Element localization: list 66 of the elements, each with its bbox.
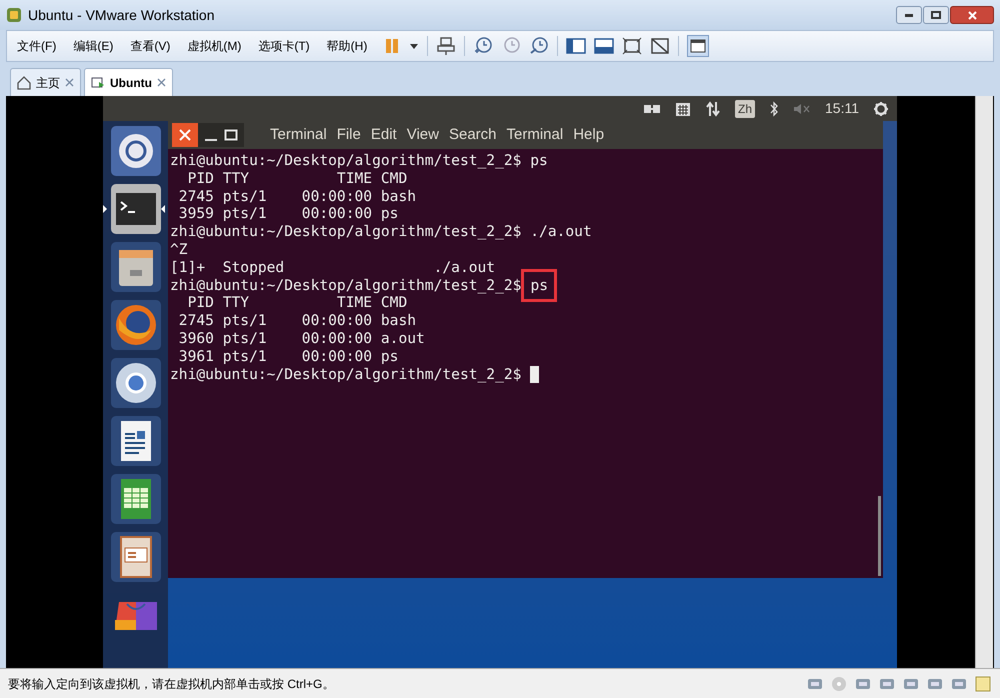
transfer-icon[interactable] bbox=[704, 100, 721, 116]
menu-item[interactable]: Search bbox=[448, 124, 496, 146]
maximize-icon[interactable] bbox=[224, 128, 238, 142]
minimize-button[interactable] bbox=[896, 6, 922, 24]
close-button[interactable] bbox=[950, 6, 994, 24]
output-text: [1]+ Stopped ./a.out bbox=[170, 258, 496, 277]
close-icon bbox=[179, 129, 191, 141]
prompt-text: zhi@ubuntu:~/Desktop/algorithm/test_2_2$ bbox=[170, 276, 522, 294]
clock[interactable]: 15:11 bbox=[825, 98, 859, 119]
tab[interactable]: 主页 bbox=[10, 68, 81, 96]
fullscreen-icon[interactable] bbox=[622, 37, 642, 55]
menu-item[interactable]: Edit bbox=[370, 124, 397, 146]
scrollbar[interactable] bbox=[975, 96, 993, 668]
output-text: 3960 pts/1 00:00:00 a.out bbox=[178, 330, 425, 348]
output-text: PID TTY TIME CMD bbox=[186, 170, 408, 188]
menu-item[interactable]: Terminal bbox=[270, 124, 327, 146]
menu-item[interactable]: Help bbox=[573, 124, 604, 146]
calendar-icon[interactable] bbox=[674, 100, 691, 116]
menu-item[interactable]: 帮助(H) bbox=[326, 37, 368, 55]
document-icon bbox=[110, 416, 160, 466]
vm-icon bbox=[91, 76, 105, 90]
drawer-icon bbox=[110, 242, 160, 292]
spreadsheet-icon bbox=[110, 474, 160, 524]
panel-icon[interactable] bbox=[594, 37, 614, 55]
status-text: 要将输入定向到该虚拟机，请在虚拟机内部单击或按 Ctrl+G。 bbox=[8, 676, 334, 692]
menu-item[interactable]: View bbox=[406, 124, 439, 146]
scrollbar[interactable] bbox=[878, 496, 881, 576]
output-text: 2745 pts/1 00:00:00 bash bbox=[178, 312, 416, 330]
prompt-text: zhi@ubuntu:~/Desktop/algorithm/test_2_2$ bbox=[170, 366, 522, 384]
window-icon[interactable] bbox=[687, 35, 710, 57]
bluetooth-icon[interactable] bbox=[769, 100, 779, 116]
output-text: PID TTY TIME CMD bbox=[186, 294, 408, 312]
clock-icon[interactable] bbox=[529, 36, 550, 56]
input-method-indicator[interactable]: Zh bbox=[734, 100, 755, 118]
command-text: ./a.out bbox=[530, 223, 592, 241]
menu-item[interactable]: 文件(F) bbox=[17, 37, 56, 55]
panel-icon[interactable] bbox=[566, 37, 586, 55]
output-text: 3959 pts/1 00:00:00 ps bbox=[178, 205, 398, 224]
close-icon[interactable] bbox=[156, 78, 166, 87]
menu-item[interactable]: Terminal bbox=[506, 124, 564, 146]
close-icon[interactable] bbox=[65, 78, 74, 87]
launcher-item[interactable] bbox=[103, 184, 168, 234]
app-icon bbox=[6, 7, 22, 23]
menu-item[interactable]: 查看(V) bbox=[130, 37, 170, 55]
clock-icon[interactable] bbox=[473, 36, 494, 56]
command-text: ps bbox=[530, 152, 548, 170]
power-icon[interactable] bbox=[873, 100, 889, 116]
close-button[interactable] bbox=[172, 123, 198, 147]
output-text: 3961 pts/1 00:00:00 ps bbox=[178, 348, 398, 366]
maximize-button[interactable] bbox=[923, 6, 949, 24]
window-title: Ubuntu - VMware Workstation bbox=[28, 6, 214, 24]
tab[interactable]: Ubuntu bbox=[84, 68, 173, 96]
output-text: 2745 pts/1 00:00:00 bash bbox=[178, 188, 416, 206]
menu-item[interactable]: 选项卡(T) bbox=[258, 37, 310, 55]
output-text: ^Z bbox=[170, 240, 188, 259]
presentation-icon bbox=[110, 532, 160, 582]
menu-item[interactable]: 虚拟机(M) bbox=[187, 37, 242, 55]
prompt-text: zhi@ubuntu:~/Desktop/algorithm/test_2_2$ bbox=[170, 223, 522, 241]
menu-item[interactable]: File bbox=[336, 124, 361, 146]
close-icon bbox=[968, 10, 976, 20]
command-text: ps bbox=[530, 276, 548, 294]
terminal-icon bbox=[110, 184, 160, 234]
prompt-text: zhi@ubuntu:~/Desktop/algorithm/test_2_2$ bbox=[170, 152, 522, 170]
menu-item[interactable]: 编辑(E) bbox=[73, 37, 114, 55]
mute-icon[interactable] bbox=[793, 102, 811, 116]
home-icon bbox=[17, 76, 31, 90]
